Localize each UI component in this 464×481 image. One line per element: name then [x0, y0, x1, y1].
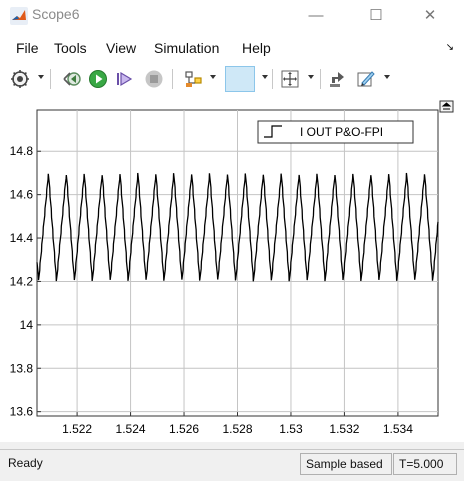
status-ready: Ready — [8, 456, 43, 470]
pin-icon[interactable]: ↘ — [446, 42, 454, 53]
window-title: Scope6 — [32, 6, 80, 22]
x-tick-label: 1.528 — [222, 422, 252, 436]
signal-selector-icon[interactable] — [328, 69, 348, 89]
y-tick-label: 14.8 — [10, 144, 34, 158]
autoscale-dropdown-icon[interactable] — [308, 75, 314, 79]
x-tick-label: 1.53 — [279, 422, 303, 436]
step-forward-icon[interactable] — [114, 69, 134, 89]
y-tick-label: 13.8 — [10, 361, 34, 375]
y-tick-label: 14.6 — [10, 188, 34, 202]
menu-view[interactable]: View — [106, 40, 136, 56]
menu-tools[interactable]: Tools — [54, 40, 87, 56]
toolbar-separator — [50, 69, 51, 89]
zoom-dropdown-icon[interactable] — [262, 75, 268, 79]
settings-dropdown-icon[interactable] — [38, 75, 44, 79]
stop-icon[interactable] — [144, 69, 164, 89]
close-button[interactable]: ✕ — [410, 3, 450, 29]
y-tick-label: 14 — [20, 318, 34, 332]
x-tick-label: 1.524 — [116, 422, 146, 436]
settings-icon[interactable] — [10, 69, 30, 89]
x-tick-label: 1.522 — [62, 422, 92, 436]
scope-display: 1.522 1.524 1.526 1.528 1.53 1.532 1.534 13.6 1… — [0, 98, 464, 442]
menu-file[interactable]: File — [16, 40, 39, 56]
status-bar: Ready Sample based T=5.000 — [0, 449, 464, 481]
autoscale-icon[interactable] — [280, 69, 300, 89]
menu-simulation[interactable]: Simulation — [154, 40, 219, 56]
toolbar-separator — [320, 69, 321, 89]
highlight-dropdown-icon[interactable] — [210, 75, 216, 79]
legend-label: I OUT P&O-FPI — [300, 125, 383, 139]
step-back-icon[interactable] — [62, 69, 82, 89]
status-sample-mode: Sample based — [300, 453, 392, 475]
status-time: T=5.000 — [393, 453, 457, 475]
y-tick-label: 13.6 — [10, 405, 34, 419]
edit-style-icon[interactable] — [356, 69, 376, 89]
x-tick-labels: 1.522 1.524 1.526 1.528 1.53 1.532 1.534 — [62, 422, 413, 436]
legend[interactable]: I OUT P&O-FPI — [257, 120, 414, 144]
zoom-selected-highlight — [225, 66, 255, 92]
restore-legend-button[interactable] — [439, 100, 454, 113]
toolbar-separator — [272, 69, 273, 89]
y-tick-label: 14.2 — [10, 274, 34, 288]
edit-style-dropdown-icon[interactable] — [384, 75, 390, 79]
title-bar: Scope6 — ☐ ✕ — [0, 0, 464, 32]
menu-bar: File Tools View Simulation Help ↘ — [0, 32, 464, 60]
x-tick-label: 1.532 — [329, 422, 359, 436]
minimize-button[interactable]: — — [296, 3, 336, 29]
maximize-button[interactable]: ☐ — [356, 3, 396, 29]
menu-help[interactable]: Help — [242, 40, 271, 56]
x-tick-label: 1.534 — [383, 422, 413, 436]
matlab-logo-icon — [10, 7, 28, 25]
toolbar-separator — [172, 69, 173, 89]
run-icon[interactable] — [88, 69, 108, 89]
highlight-block-icon[interactable] — [184, 69, 204, 89]
y-tick-labels: 13.6 13.8 14 14.2 14.4 14.6 14.8 — [10, 144, 34, 418]
scope-plot[interactable]: 1.522 1.524 1.526 1.528 1.53 1.532 1.534 13.61… — [0, 98, 464, 442]
x-tick-label: 1.526 — [169, 422, 199, 436]
y-tick-label: 14.4 — [10, 231, 34, 245]
